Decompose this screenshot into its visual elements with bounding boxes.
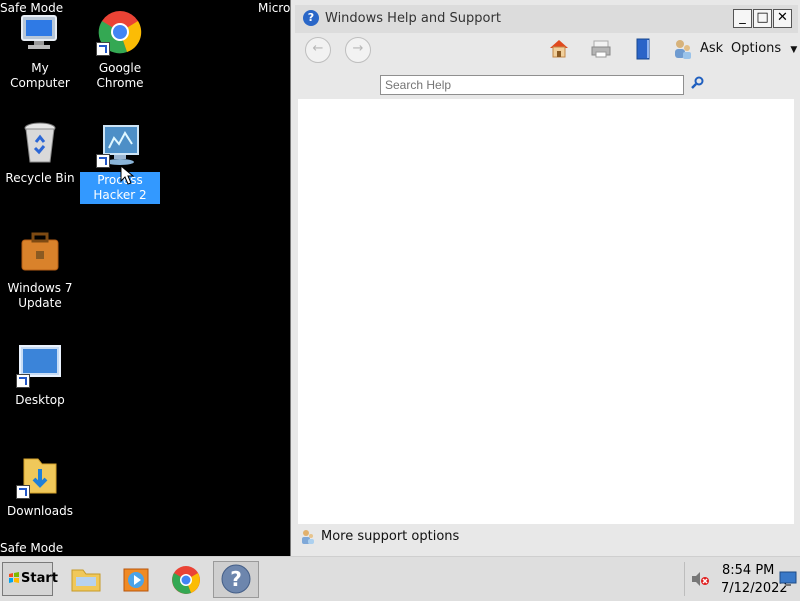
chevron-down-icon: ▼ — [790, 45, 798, 55]
downloads-label: Downloads — [7, 504, 73, 518]
desktop-icon — [16, 340, 64, 388]
recycle-bin-label: Recycle Bin — [5, 171, 75, 185]
mouse-pointer-icon — [120, 165, 134, 185]
options-label: Options — [731, 41, 782, 56]
people-icon — [675, 40, 691, 59]
minimize-button[interactable]: _ — [733, 9, 752, 28]
clock-time[interactable]: 8:54 PM — [722, 563, 774, 578]
ask-label[interactable]: Ask — [700, 41, 723, 56]
desktop-icon-google-chrome[interactable]: Google Chrome — [80, 8, 160, 92]
start-button[interactable]: Start — [2, 562, 58, 596]
close-button[interactable]: ✕ — [773, 9, 792, 28]
desktop-icon-downloads[interactable]: Downloads — [0, 451, 80, 520]
desktop-icon-desktop[interactable]: Desktop — [0, 340, 80, 409]
shortcut-arrow-icon — [96, 154, 110, 168]
desktop-icon-windows-7-update[interactable]: Windows 7 Update — [0, 228, 80, 312]
windows-7-update-label: Windows 7 Update — [7, 281, 73, 310]
my-computer-label: My Computer — [10, 61, 70, 90]
forward-button[interactable]: → — [345, 37, 371, 63]
window-title: Windows Help and Support — [325, 11, 501, 26]
recycle-bin-icon — [16, 118, 64, 166]
support-people-icon — [302, 530, 314, 544]
help-content-area — [298, 99, 794, 524]
taskbar-help-button[interactable]: ? — [213, 561, 259, 598]
windows-logo-icon — [9, 572, 19, 583]
start-label: Start — [21, 571, 58, 586]
safe-mode-bottom-label: Safe Mode — [0, 541, 64, 555]
support-options-bar[interactable]: More support options — [298, 527, 794, 549]
shortcut-arrow-icon — [16, 374, 30, 388]
window-titlebar[interactable]: ? Windows Help and Support _ □ ✕ — [295, 5, 798, 33]
media-player-icon — [123, 568, 149, 592]
google-chrome-label: Google Chrome — [96, 61, 144, 90]
folder-icon — [71, 569, 101, 592]
home-icon — [550, 40, 568, 58]
process-hacker-icon — [96, 120, 144, 168]
maximize-button[interactable]: □ — [753, 9, 772, 28]
back-button[interactable]: ← — [305, 37, 331, 63]
briefcase-icon — [16, 228, 64, 276]
downloads-folder-icon — [16, 451, 64, 499]
taskbar-explorer-button[interactable] — [63, 561, 109, 598]
taskbar-chrome-button[interactable] — [163, 561, 209, 598]
desktop-icon-my-computer[interactable]: My Computer — [0, 8, 80, 92]
chrome-icon — [96, 8, 144, 56]
desktop-icon-process-hacker[interactable]: Process Hacker 2 — [80, 120, 160, 204]
svg-text:?: ? — [230, 567, 242, 591]
print-button[interactable] — [589, 37, 613, 61]
taskbar-media-player-button[interactable] — [113, 561, 159, 598]
search-help-input[interactable] — [380, 75, 684, 95]
help-icon: ? — [221, 564, 251, 594]
computer-icon — [16, 8, 64, 56]
forward-arrow-icon: → — [352, 41, 364, 56]
printer-icon — [591, 40, 611, 58]
desktop-label: Desktop — [15, 393, 65, 407]
more-support-options-link[interactable]: More support options — [321, 529, 459, 544]
shortcut-arrow-icon — [96, 42, 110, 56]
help-icon: ? — [303, 10, 319, 26]
help-toolbar: ← → Ask Options ▼ — [295, 33, 798, 65]
options-menu-button[interactable]: Options ▼ — [731, 41, 797, 56]
help-home-button[interactable] — [547, 37, 571, 61]
tray-separator — [684, 562, 685, 596]
search-icon[interactable] — [691, 76, 705, 90]
chrome-icon — [172, 566, 200, 594]
book-icon — [636, 38, 650, 60]
shortcut-arrow-icon — [16, 485, 30, 499]
ask-button[interactable] — [671, 37, 695, 61]
back-arrow-icon: ← — [312, 41, 324, 56]
show-desktop-icon[interactable] — [779, 570, 797, 588]
taskbar: Start ? 8:54 PM 7/12/2022 — [0, 556, 800, 601]
volume-muted-icon[interactable] — [690, 570, 710, 588]
hidden-window-title-fragment: Micro — [258, 1, 291, 15]
clock-date[interactable]: 7/12/2022 — [721, 581, 788, 596]
desktop-icon-recycle-bin[interactable]: Recycle Bin — [0, 118, 80, 187]
browse-help-button[interactable] — [631, 37, 655, 61]
